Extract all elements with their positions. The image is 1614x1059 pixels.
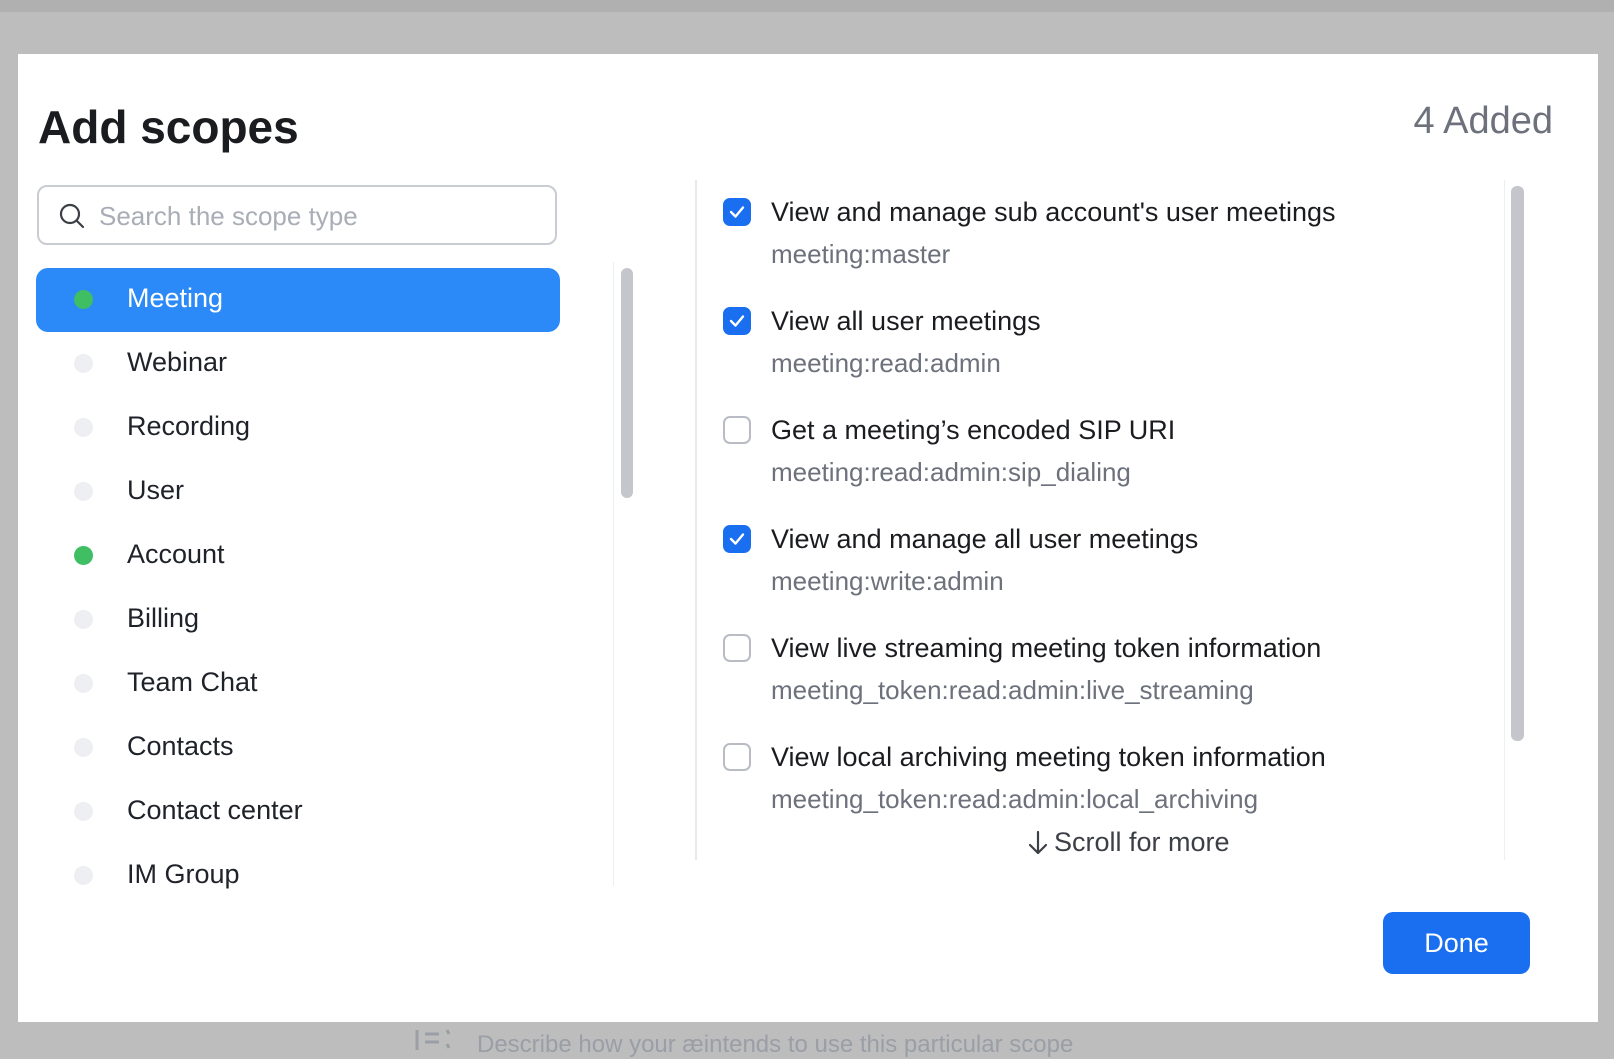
done-button[interactable]: Done [1383, 912, 1530, 974]
scope-item: View and manage sub account's user meeti… [723, 180, 1513, 289]
scope-list: View and manage sub account's user meeti… [723, 180, 1513, 860]
selection-status-dot [74, 354, 93, 373]
background-hint-text: Describe how your æintends to use this p… [477, 1031, 1074, 1058]
scope-code: meeting_token:read:admin:live_streaming [771, 675, 1254, 705]
scope-name: View and manage sub account's user meeti… [771, 197, 1336, 227]
scope-checkbox[interactable] [723, 416, 751, 444]
search-input[interactable] [97, 195, 541, 237]
category-item[interactable]: User [36, 460, 560, 524]
scope-item: Get a meeting’s encoded SIP URI meeting:r… [723, 398, 1513, 507]
arrow-down-icon [1028, 830, 1048, 854]
category-label: Webinar [127, 347, 228, 377]
category-item[interactable]: Webinar [36, 332, 560, 396]
checkmark-icon [729, 315, 745, 327]
scope-code: meeting_token:read:admin:local_archiving [771, 784, 1259, 814]
category-item[interactable]: Account [36, 524, 560, 588]
selection-status-dot [74, 418, 93, 437]
scope-code: meeting:read:admin:sip_dialing [771, 457, 1131, 487]
category-label: Contact center [127, 795, 303, 825]
checkmark-icon [729, 533, 745, 545]
panel-divider [695, 180, 697, 860]
scope-code: meeting:master [771, 239, 951, 269]
category-label: Recording [127, 411, 251, 441]
background-scope-hint: Describe how your æintends to use this p… [415, 1026, 1073, 1059]
category-item[interactable]: Contact center [36, 780, 560, 844]
category-label: Meeting [127, 283, 224, 313]
category-scroll-thumb[interactable] [621, 268, 633, 498]
scope-item: View and manage all user meetings meeting… [723, 507, 1513, 616]
scope-item: View all user meetings meeting:read:admin [723, 289, 1513, 398]
checkmark-icon [729, 206, 745, 218]
category-item[interactable]: Contacts [36, 716, 560, 780]
category-scrollbar[interactable] [613, 262, 638, 886]
category-label: IM Group [127, 859, 240, 889]
scope-name: Get a meeting’s encoded SIP URI [771, 415, 1176, 445]
category-item[interactable]: Meeting [36, 268, 560, 332]
scope-checkbox[interactable] [723, 525, 751, 553]
scope-code: meeting:write:admin [771, 566, 1004, 596]
search-box[interactable] [37, 185, 557, 245]
category-label: Contacts [127, 731, 234, 761]
scope-checkbox[interactable] [723, 634, 751, 662]
selection-status-dot [74, 482, 93, 501]
backdrop-top-bar [0, 0, 1614, 12]
selection-status-dot [74, 674, 93, 693]
scope-scroll-thumb[interactable] [1511, 186, 1524, 741]
added-count: 4 Added [1413, 100, 1553, 142]
selection-status-dot [74, 546, 93, 565]
selection-status-dot [74, 866, 93, 885]
category-label: Team Chat [127, 667, 258, 697]
scope-name: View local archiving meeting token infor… [771, 742, 1326, 772]
scope-name: View live streaming meeting token inform… [771, 633, 1322, 663]
category-label: Billing [127, 603, 200, 633]
scope-category-list: Meeting Webinar Recording User Account Billin… [36, 268, 560, 908]
category-item[interactable]: IM Group [36, 844, 560, 908]
scope-checkbox[interactable] [723, 743, 751, 771]
category-item[interactable]: Team Chat [36, 652, 560, 716]
add-scopes-dialog: Add scopes 4 Added Meeting Webinar Recordi… [18, 54, 1598, 1022]
selection-status-dot [74, 802, 93, 821]
scroll-hint-label: Scroll for more [1054, 827, 1230, 857]
selection-status-dot [74, 738, 93, 757]
scope-checkbox[interactable] [723, 307, 751, 335]
category-item[interactable]: Billing [36, 588, 560, 652]
scope-checkbox[interactable] [723, 198, 751, 226]
search-icon [59, 203, 85, 229]
scope-scrollbar[interactable] [1504, 180, 1529, 860]
category-label: User [127, 475, 185, 505]
scroll-for-more[interactable]: Scroll for more [1028, 827, 1230, 858]
selection-status-dot [74, 290, 93, 309]
scope-name: View all user meetings [771, 306, 1041, 336]
list-icon [415, 1026, 459, 1059]
scope-code: meeting:read:admin [771, 348, 1001, 378]
scope-item: View live streaming meeting token inform… [723, 616, 1513, 725]
dialog-title: Add scopes [38, 101, 299, 153]
selection-status-dot [74, 610, 93, 629]
scope-name: View and manage all user meetings [771, 524, 1199, 554]
category-item[interactable]: Recording [36, 396, 560, 460]
category-label: Account [127, 539, 225, 569]
